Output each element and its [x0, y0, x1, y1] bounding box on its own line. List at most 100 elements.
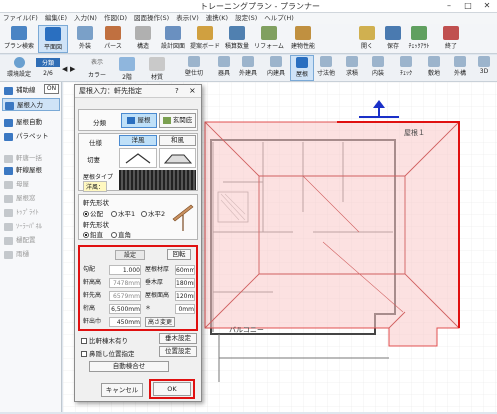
toolbar-estimate-button[interactable]: 積算数量	[222, 25, 252, 53]
tool-7-button[interactable]: 内装	[366, 55, 390, 81]
toolbar-search-button[interactable]: プラン検索	[2, 25, 36, 53]
panel-item-6[interactable]: 母屋	[2, 178, 60, 191]
menu-item-6[interactable]: 連携(K)	[206, 13, 228, 24]
tool-label: 求積	[345, 70, 358, 77]
roof-texture-preview[interactable]	[119, 170, 196, 190]
toolbar-checkout-button[interactable]: ﾁｪｯｸｱｳﾄ	[404, 25, 434, 53]
tool-9-button[interactable]: 敷地	[422, 55, 446, 81]
menu-item-8[interactable]: ヘルプ(H)	[264, 13, 293, 24]
menu-item-2[interactable]: 入力(N)	[74, 13, 97, 24]
panel-item-icon	[4, 223, 13, 231]
panel-item-9[interactable]: ｿｰﾗｰﾊﾟﾈﾙ	[2, 220, 60, 233]
row-value[interactable]: 450mm	[109, 317, 141, 327]
prev-arrow-icon[interactable]: ◀	[62, 65, 67, 73]
menu-item-1[interactable]: 編集(E)	[45, 13, 67, 24]
shape-gable-option[interactable]	[119, 148, 157, 168]
help-icon[interactable]: ?	[175, 87, 179, 95]
position-setting-button[interactable]: 位置設定	[159, 346, 197, 357]
floor-button[interactable]: 2階	[114, 56, 140, 84]
tool-icon	[454, 56, 466, 67]
row-value-2[interactable]: 60mm	[175, 265, 195, 275]
eave-shape-option-1[interactable]: 水平1	[111, 208, 135, 218]
maximize-button[interactable]: □	[459, 0, 477, 12]
menu-item-4[interactable]: 図面操作(S)	[134, 13, 169, 24]
toolbar-exit-button[interactable]: 終了	[436, 25, 466, 53]
panel-item-11[interactable]: 雨樋	[2, 248, 60, 261]
menu-bar: ファイル(F) 編集(E) 入力(N) 作図(D) 図面操作(S) 表示(V) 連携(K) 設…	[0, 13, 497, 24]
panel-item-label: パラペット	[16, 132, 49, 140]
menu-item-3[interactable]: 作図(D)	[104, 13, 127, 24]
ridge-beam-checkbox[interactable]: 比軒棟木有り	[81, 335, 128, 345]
dialog-close-icon[interactable]: ×	[189, 86, 196, 95]
eave-shape-option-0[interactable]: 公配	[83, 208, 103, 218]
rotate-button[interactable]: 回転	[167, 249, 191, 260]
spec-japanese-button[interactable]: 和風	[159, 135, 196, 146]
shape-hip-option[interactable]	[159, 148, 196, 168]
spec-western-button[interactable]: 洋風	[119, 135, 157, 146]
tool-label: 内装	[371, 70, 384, 77]
roof-type-icon	[127, 116, 136, 124]
panel-item-7[interactable]: 屋根窓	[2, 192, 60, 205]
eave-type-option-0[interactable]: 鉛直	[83, 229, 103, 239]
cancel-button[interactable]: キャンセル	[101, 383, 143, 397]
material-button[interactable]: 材質	[144, 56, 170, 84]
toolbar-board-button[interactable]: 提案ボード	[190, 25, 220, 53]
tool-6-button[interactable]: 求積	[340, 55, 364, 81]
row-value[interactable]: 1.000	[109, 265, 141, 275]
tool-icon	[346, 56, 358, 67]
row-value-2[interactable]: 180mm	[175, 278, 195, 288]
tool-2-button[interactable]: 外建具	[236, 55, 260, 81]
tool-1-button[interactable]: 器具	[212, 55, 236, 81]
menu-item-7[interactable]: 設定(S)	[235, 13, 257, 24]
minimize-button[interactable]: –	[440, 0, 458, 12]
row-value[interactable]: 6579mm	[109, 291, 141, 301]
menu-item-5[interactable]: 表示(V)	[176, 13, 199, 24]
panel-item-2[interactable]: 屋根自動	[2, 116, 60, 129]
rafter-setting-button[interactable]: 垂木設定	[159, 333, 197, 344]
tool-0-button[interactable]: 壁仕切	[182, 55, 206, 81]
row-value-2[interactable]: 120mm	[175, 291, 195, 301]
toolbar-exterior-button[interactable]: 外装	[70, 25, 100, 53]
roof-type-value: 洋風：	[83, 181, 108, 192]
tool-3-button[interactable]: 内建具	[264, 55, 288, 81]
tool-4-button[interactable]: 屋根	[290, 55, 314, 81]
eave-shape-label-2: 水平2	[148, 210, 166, 218]
on-badge[interactable]: ON	[44, 84, 59, 94]
tool-11-button[interactable]: 3D	[474, 55, 494, 81]
panel-item-label: 屋根自動	[16, 118, 42, 126]
type-entrance-canopy-button[interactable]: 玄関庇	[159, 113, 196, 128]
checkbox-icon	[81, 351, 87, 357]
row-value[interactable]: 7478mm	[109, 278, 141, 288]
panel-item-10[interactable]: 樋配置	[2, 234, 60, 247]
toolbar-performance-button[interactable]: 建物性能	[288, 25, 318, 53]
row-value-2[interactable]: 0mm	[175, 304, 195, 314]
toolbar-drawing-button[interactable]: 設計図面	[158, 25, 188, 53]
panel-item-5[interactable]: 軒線屋根	[2, 164, 60, 177]
toolbar-perspective-button[interactable]: パース	[98, 25, 128, 53]
panel-item-1[interactable]: 屋根入力	[2, 98, 60, 111]
panel-item-8[interactable]: ﾄｯﾌﾟﾗｲﾄ	[2, 206, 60, 219]
ok-button[interactable]: OK	[153, 382, 191, 396]
tool-5-button[interactable]: 寸法他	[314, 55, 338, 81]
row-value[interactable]: 6,500mm	[109, 304, 141, 314]
panel-item-3[interactable]: パラペット	[2, 130, 60, 143]
tool-10-button[interactable]: 外構	[448, 55, 472, 81]
next-arrow-icon[interactable]: ▶	[70, 65, 75, 73]
fascia-position-checkbox[interactable]: 鼻隠し位置指定	[81, 348, 135, 358]
eave-type-option-1[interactable]: 直角	[111, 229, 131, 239]
category-control[interactable]: 分類 2/6	[36, 56, 60, 84]
row-label: 勾配	[83, 266, 96, 273]
sub-toolbar: 環境設定 分類 2/6 ◀ ▶ 表示 カラー 2階 材質 壁仕切 器具 外建具 内建具…	[0, 55, 497, 82]
toolbar-reform-button[interactable]: リフォーム	[254, 25, 284, 53]
close-button[interactable]: ✕	[478, 0, 496, 12]
color-button[interactable]: 表示 カラー	[84, 56, 110, 84]
panel-item-0[interactable]: 補助線	[2, 84, 42, 97]
tool-8-button[interactable]: ﾁｪｯｸ	[394, 55, 418, 81]
toolbar-structure-button[interactable]: 構造	[128, 25, 158, 53]
auto-ridge-button[interactable]: 自動棟合せ	[89, 361, 169, 372]
menu-item-0[interactable]: ファイル(F)	[3, 13, 38, 24]
eave-shape-option-2[interactable]: 水平2	[141, 208, 165, 218]
type-roof-button[interactable]: 屋根	[121, 113, 157, 128]
toolbar-floorplan-button[interactable]: 平面図	[38, 25, 68, 53]
env-settings-button[interactable]: 環境設定	[4, 56, 34, 84]
